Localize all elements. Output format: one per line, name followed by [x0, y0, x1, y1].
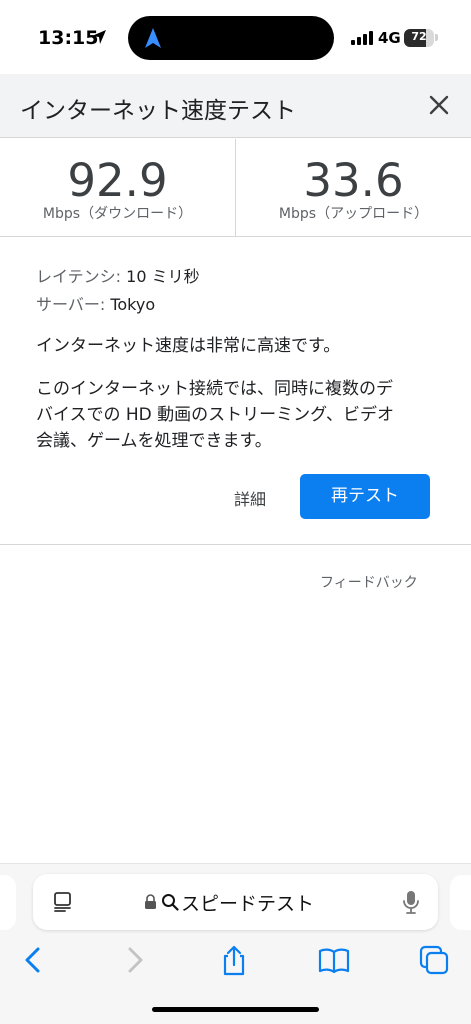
home-indicator [152, 1007, 319, 1012]
tabs-icon[interactable] [418, 944, 450, 976]
speed-summary: インターネット速度は非常に高速です。 [36, 336, 341, 356]
previous-tab-peek[interactable] [0, 875, 16, 930]
latency-value: 10 ミリ秒 [126, 267, 200, 286]
speed-description-1: このインターネット接続では、同時に複数のデ [36, 379, 393, 399]
speed-description-2: バイスでの HD 動画のストリーミング、ビデオ [36, 405, 394, 425]
download-result: 92.9 Mbps（ダウンロード） [0, 139, 235, 237]
status-bar: 13:15 4G 72 [0, 0, 471, 74]
share-icon[interactable] [218, 944, 250, 976]
forward-icon[interactable] [118, 944, 150, 976]
reader-icon[interactable] [51, 890, 75, 914]
browser-toolbar: スピードテスト [0, 863, 471, 1024]
battery-icon: 72 [404, 29, 434, 47]
location-arrow-icon [92, 30, 106, 44]
speed-description-3: 会議、ゲームを処理できます。 [36, 431, 272, 451]
url-text[interactable]: スピードテスト [181, 889, 314, 916]
status-time: 13:15 [38, 27, 99, 49]
feedback-link[interactable]: フィードバック [320, 572, 418, 592]
upload-unit: Mbps（アップロード） [278, 206, 429, 222]
microphone-icon[interactable] [401, 889, 421, 915]
latency-row: レイテンシ: 10 ミリ秒 [36, 263, 200, 287]
navigation-icon [145, 28, 161, 48]
server-label: サーバー: [36, 295, 106, 314]
next-tab-peek[interactable] [450, 875, 471, 930]
address-bar[interactable]: スピードテスト [33, 874, 438, 930]
lock-icon [145, 894, 156, 909]
speed-results: 92.9 Mbps（ダウンロード） 33.6 Mbps（アップロード） [0, 139, 471, 237]
speed-test-title: インターネット速度テスト [20, 98, 296, 124]
bookmarks-icon[interactable] [318, 944, 350, 976]
server-value: Tokyo [110, 295, 156, 314]
close-icon[interactable] [428, 94, 450, 116]
dynamic-island [128, 16, 334, 60]
divider [0, 544, 471, 545]
search-icon [162, 894, 179, 911]
latency-label: レイテンシ: [36, 267, 122, 286]
battery-percent: 72 [411, 30, 427, 43]
back-icon[interactable] [18, 944, 50, 976]
network-type: 4G [378, 29, 401, 47]
speed-test-header: インターネット速度テスト [0, 74, 471, 138]
download-unit: Mbps（ダウンロード） [42, 206, 193, 222]
download-value: 92.9 [67, 154, 168, 207]
upload-value: 33.6 [303, 154, 404, 207]
signal-icon [351, 31, 373, 45]
details-link[interactable]: 詳細 [234, 486, 266, 510]
server-row: サーバー: Tokyo [36, 291, 155, 315]
retest-button[interactable]: 再テスト [300, 474, 430, 519]
battery-nub [435, 34, 438, 41]
upload-result: 33.6 Mbps（アップロード） [236, 139, 471, 237]
